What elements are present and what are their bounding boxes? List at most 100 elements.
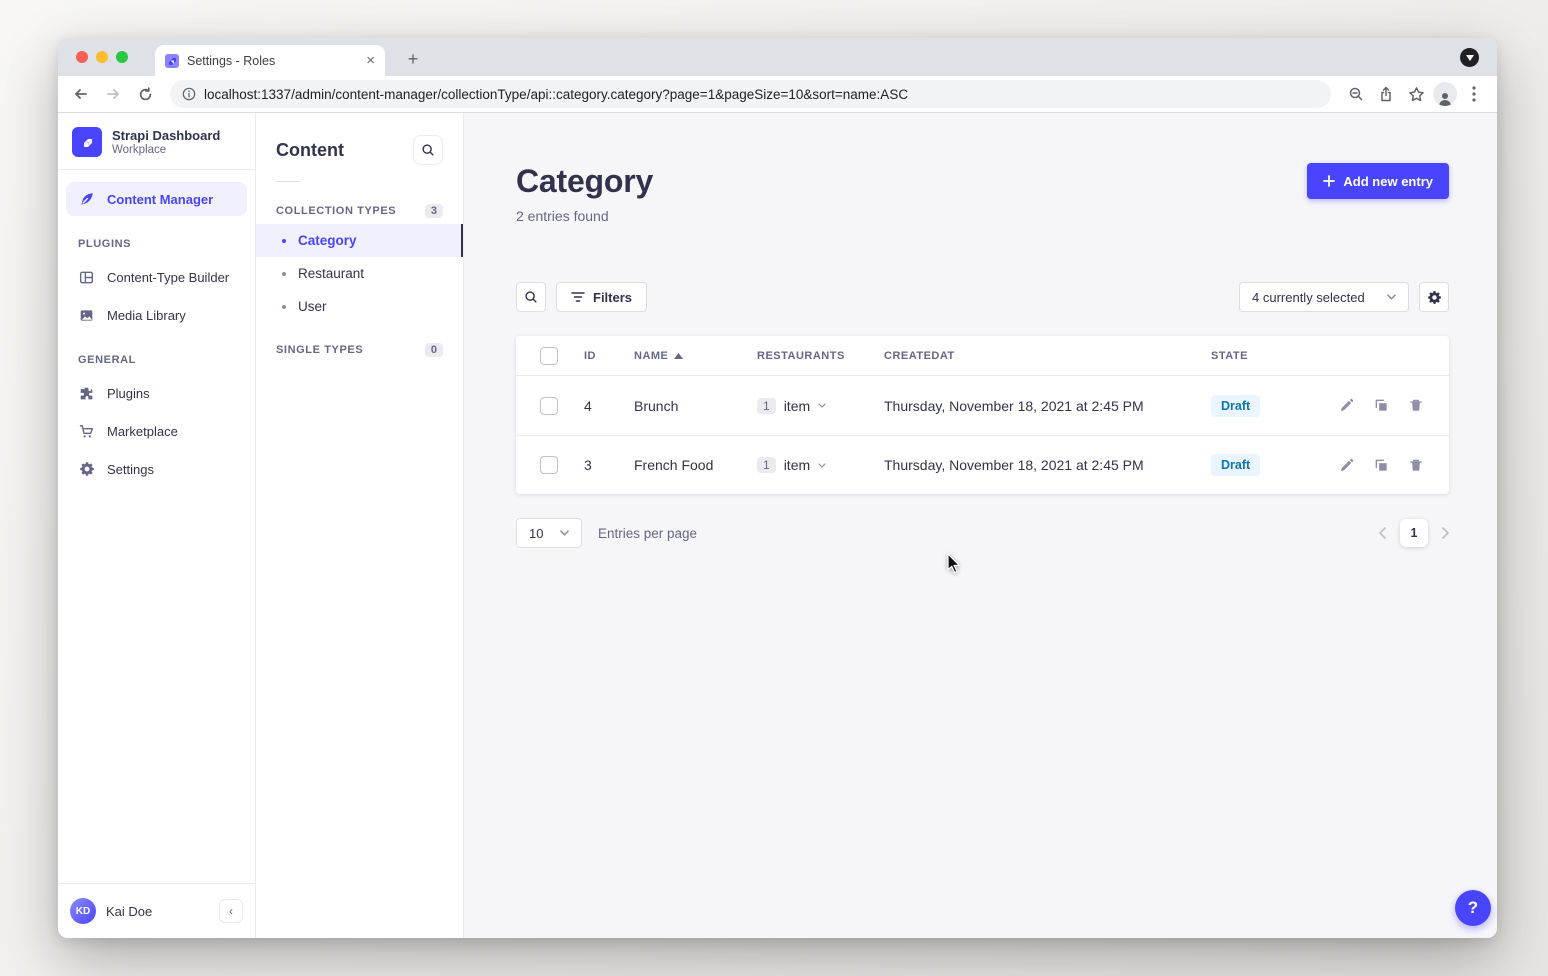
reload-button[interactable] <box>132 81 158 107</box>
cell-id: 3 <box>584 457 634 473</box>
view-settings-value: 4 currently selected <box>1252 290 1365 305</box>
column-header-createdat[interactable]: CREATEDAT <box>884 350 1211 362</box>
view-settings-select[interactable]: 4 currently selected <box>1239 282 1409 312</box>
edit-pencil-icon[interactable] <box>1339 458 1354 473</box>
page-size-value: 10 <box>529 526 543 541</box>
share-button[interactable] <box>1373 81 1399 107</box>
collection-types-label: COLLECTION TYPES <box>276 205 396 217</box>
sidebar-item-settings[interactable]: Settings <box>66 452 247 486</box>
window-controls <box>76 51 128 63</box>
column-header-state[interactable]: STATE <box>1211 350 1339 362</box>
subnav-search-button[interactable] <box>413 135 443 165</box>
sidebar-item-content-type-builder[interactable]: Content-Type Builder <box>66 260 247 294</box>
single-types-count: 0 <box>425 343 443 357</box>
bullet-icon <box>282 239 286 243</box>
forward-button[interactable] <box>100 81 126 107</box>
url-bar[interactable]: localhost:1337/admin/content-manager/col… <box>170 80 1331 108</box>
person-icon <box>1437 91 1453 106</box>
sidebar-item-label: Marketplace <box>107 424 178 439</box>
user-avatar[interactable]: KD <box>70 898 96 924</box>
single-types-label: SINGLE TYPES <box>276 344 363 356</box>
browser-status-indicator[interactable] <box>1460 48 1479 67</box>
cell-restaurants[interactable]: 1 item <box>757 398 884 414</box>
sidebar-item-label: Content-Type Builder <box>107 270 229 285</box>
subnav-item-category[interactable]: Category <box>256 224 463 257</box>
select-all-checkbox[interactable] <box>540 347 558 365</box>
trash-icon[interactable] <box>1409 458 1423 473</box>
sidebar-item-plugins[interactable]: Plugins <box>66 376 247 410</box>
back-button[interactable] <box>68 81 94 107</box>
browser-tab[interactable]: Settings - Roles × <box>155 45 385 76</box>
page-size-select[interactable]: 10 <box>516 518 582 548</box>
table-search-button[interactable] <box>516 282 546 312</box>
duplicate-icon[interactable] <box>1374 458 1389 473</box>
subnav-item-label: Category <box>298 233 357 248</box>
edit-pencil-icon[interactable] <box>1339 398 1354 413</box>
table-row[interactable]: 4 Brunch 1 item Thursday, November 18, 2… <box>516 376 1449 435</box>
minimize-window-button[interactable] <box>96 51 108 63</box>
sidebar-item-label: Plugins <box>107 386 150 401</box>
kebab-menu-icon <box>1472 86 1476 102</box>
tab-close-icon[interactable]: × <box>366 53 375 68</box>
new-tab-button[interactable]: + <box>400 46 426 72</box>
collection-types-count: 3 <box>425 204 443 218</box>
zoom-button[interactable] <box>1343 81 1369 107</box>
sidebar-item-content-manager[interactable]: Content Manager <box>66 182 247 216</box>
browser-profile-button[interactable] <box>1433 82 1457 106</box>
share-icon <box>1378 86 1394 102</box>
toolbar-actions <box>1343 81 1487 107</box>
column-header-restaurants[interactable]: RESTAURANTS <box>757 350 884 362</box>
add-new-entry-label: Add new entry <box>1343 174 1433 189</box>
row-checkbox[interactable] <box>540 456 558 474</box>
subnav-item-user[interactable]: User <box>256 290 463 323</box>
pagination-bar: 10 Entries per page 1 <box>516 518 1449 548</box>
next-page-button[interactable] <box>1442 527 1449 539</box>
previous-page-button[interactable] <box>1379 527 1386 539</box>
configure-view-button[interactable] <box>1419 282 1449 312</box>
arrow-right-icon <box>105 86 121 102</box>
filters-label: Filters <box>593 290 632 305</box>
user-name: Kai Doe <box>106 904 209 919</box>
help-button[interactable]: ? <box>1455 890 1491 926</box>
sidebar-item-media-library[interactable]: Media Library <box>66 298 247 332</box>
trash-icon[interactable] <box>1409 398 1423 413</box>
subnav-item-label: User <box>298 299 327 314</box>
duplicate-icon[interactable] <box>1374 398 1389 413</box>
entries-table: ID NAME RESTAURANTS CREATEDAT STATE 4 Br… <box>516 336 1449 494</box>
shopping-cart-icon <box>78 424 95 439</box>
sidebar-item-marketplace[interactable]: Marketplace <box>66 414 247 448</box>
entries-per-page-label: Entries per page <box>598 526 697 541</box>
chevron-down-icon <box>818 403 826 408</box>
browser-tabbar: Settings - Roles × + <box>58 38 1497 76</box>
search-icon <box>421 143 435 157</box>
maximize-window-button[interactable] <box>116 51 128 63</box>
collapse-sidebar-button[interactable]: ‹ <box>219 899 243 923</box>
close-window-button[interactable] <box>76 51 88 63</box>
brand[interactable]: Strapi Dashboard Workplace <box>58 113 255 169</box>
browser-menu-button[interactable] <box>1461 81 1487 107</box>
column-header-name[interactable]: NAME <box>634 350 757 362</box>
add-new-entry-button[interactable]: Add new entry <box>1307 163 1449 199</box>
bookmark-button[interactable] <box>1403 81 1429 107</box>
browser-toolbar: localhost:1337/admin/content-manager/col… <box>58 76 1497 113</box>
chevron-right-icon <box>1442 527 1449 539</box>
filters-button[interactable]: Filters <box>556 282 647 312</box>
sidebar-section-general: GENERAL <box>58 334 255 374</box>
column-header-id[interactable]: ID <box>584 350 634 362</box>
filter-icon <box>571 291 585 303</box>
bullet-icon <box>282 272 286 276</box>
chevron-down-icon <box>560 530 569 536</box>
subnav-item-restaurant[interactable]: Restaurant <box>256 257 463 290</box>
chevron-left-icon <box>1379 527 1386 539</box>
bullet-icon <box>282 305 286 309</box>
page-number-button[interactable]: 1 <box>1400 519 1428 547</box>
content-subnav: Content COLLECTION TYPES 3 Category Rest… <box>256 113 464 938</box>
sidebar-item-label: Settings <box>107 462 154 477</box>
relation-label: item <box>784 398 810 414</box>
row-checkbox[interactable] <box>540 397 558 415</box>
chevron-down-icon <box>1466 55 1474 61</box>
sort-ascending-icon <box>674 353 683 359</box>
cell-name: Brunch <box>634 398 757 414</box>
table-row[interactable]: 3 French Food 1 item Thursday, November … <box>516 435 1449 494</box>
cell-restaurants[interactable]: 1 item <box>757 457 884 473</box>
